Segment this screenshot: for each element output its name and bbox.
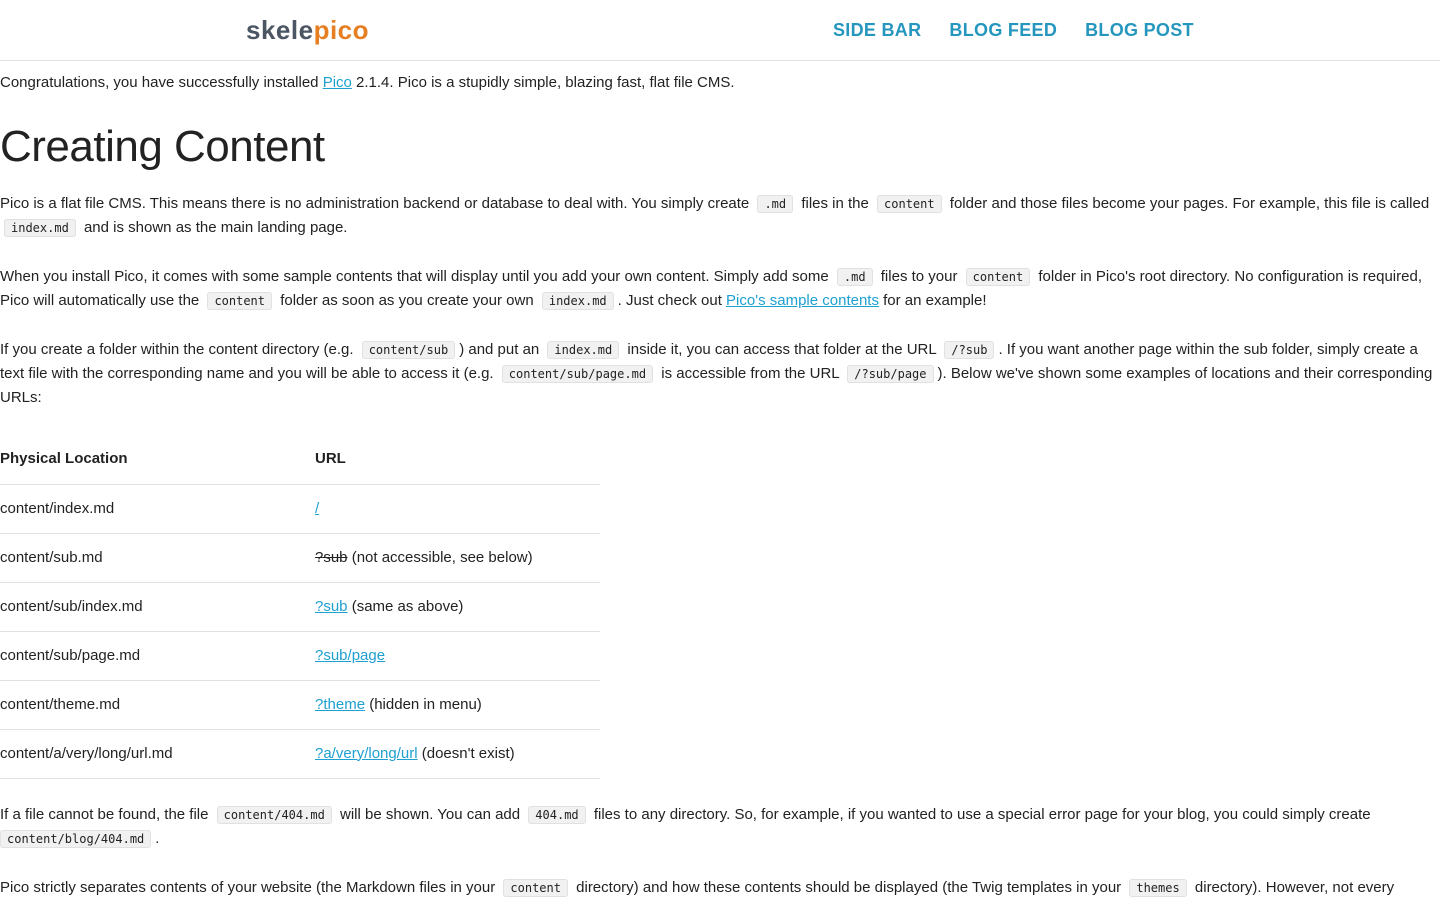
table-header-row: Physical Location URL bbox=[0, 435, 600, 485]
nav-link-blog-feed[interactable]: BLOG FEED bbox=[949, 18, 1057, 42]
sample-contents-link[interactable]: Pico's sample contents bbox=[726, 292, 879, 309]
url-note: (doesn't exist) bbox=[417, 744, 515, 762]
text: directory). However, not every bbox=[1194, 879, 1395, 896]
inline-code: index.md bbox=[547, 341, 620, 359]
text: directory) and how these contents should… bbox=[576, 879, 1122, 896]
nav-link-blog-post[interactable]: BLOG POST bbox=[1085, 18, 1194, 42]
inline-code: content bbox=[207, 292, 273, 310]
column-header-physical-location: Physical Location bbox=[0, 435, 315, 485]
text: files to any directory. So, for example,… bbox=[593, 806, 1371, 823]
location-cell: content/sub/page.md bbox=[0, 631, 315, 681]
table-row: content/sub.md ?sub (not accessible, see… bbox=[0, 533, 600, 583]
url-link[interactable]: ?a/very/long/url bbox=[315, 745, 418, 762]
intro-paragraph: Congratulations, you have successfully i… bbox=[0, 71, 1440, 95]
url-link[interactable]: / bbox=[315, 500, 319, 517]
paragraph-sample-contents: When you install Pico, it comes with som… bbox=[0, 265, 1440, 313]
nav-link-side-bar[interactable]: SIDE BAR bbox=[833, 18, 921, 42]
table-row: content/sub/index.md ?sub (same as above… bbox=[0, 582, 600, 632]
inline-code: /?sub/page bbox=[847, 365, 934, 383]
text: folder and those files become your pages… bbox=[949, 195, 1430, 212]
text: Pico strictly separates contents of your… bbox=[0, 879, 496, 896]
inline-code: .md bbox=[757, 195, 794, 213]
inline-code: content bbox=[877, 195, 942, 213]
inline-code: /?sub bbox=[944, 341, 995, 359]
intro-text: Congratulations, you have successfully i… bbox=[0, 74, 323, 91]
text: for an example! bbox=[878, 292, 987, 309]
text: inside it, you can access that folder at… bbox=[627, 341, 937, 358]
inline-code: content/blog/404.md bbox=[0, 830, 152, 848]
url-cell: / bbox=[315, 484, 600, 534]
inline-code: .md bbox=[836, 268, 873, 286]
url-mapping-table: Physical Location URL content/index.md /… bbox=[0, 435, 600, 779]
inline-code: content bbox=[503, 879, 568, 897]
url-link[interactable]: ?theme bbox=[315, 696, 365, 713]
text: folder as soon as you create your own bbox=[280, 292, 534, 309]
text: Pico is a flat file CMS. This means ther… bbox=[0, 195, 750, 212]
url-strikethrough: ?sub bbox=[315, 548, 348, 566]
text: will be shown. You can add bbox=[339, 806, 521, 823]
url-note: (not accessible, see below) bbox=[347, 548, 533, 566]
page-heading: Creating Content bbox=[0, 122, 325, 171]
location-cell: content/a/very/long/url.md bbox=[0, 729, 315, 779]
url-note: (same as above) bbox=[347, 597, 464, 615]
inline-code: content/sub bbox=[361, 341, 456, 359]
text: If a file cannot be found, the file bbox=[0, 806, 209, 823]
inline-code: content bbox=[965, 268, 1031, 286]
paragraph-subfolders: If you create a folder within the conten… bbox=[0, 338, 1440, 410]
site-logo[interactable]: skelepico bbox=[246, 13, 369, 47]
paragraph-404: If a file cannot be found, the file cont… bbox=[0, 803, 1440, 851]
text: . bbox=[155, 830, 160, 847]
intro-text-end: 2.1.4. Pico is a stupidly simple, blazin… bbox=[351, 74, 735, 91]
text: . Just check out bbox=[617, 292, 722, 309]
url-cell: ?sub (same as above) bbox=[315, 582, 600, 632]
text: files to your bbox=[880, 268, 958, 285]
text: When you install Pico, it comes with som… bbox=[0, 268, 829, 285]
url-cell: ?theme (hidden in menu) bbox=[315, 680, 600, 730]
text: ) and put an bbox=[459, 341, 540, 358]
text: files in the bbox=[801, 195, 869, 212]
table-row: content/a/very/long/url.md ?a/very/long/… bbox=[0, 729, 600, 779]
table-row: content/index.md / bbox=[0, 484, 600, 534]
location-cell: content/index.md bbox=[0, 484, 315, 534]
main-nav: SIDE BAR BLOG FEED BLOG POST bbox=[833, 18, 1194, 42]
location-cell: content/theme.md bbox=[0, 680, 315, 730]
url-link[interactable]: ?sub bbox=[315, 598, 348, 615]
location-cell: content/sub.md bbox=[0, 533, 315, 583]
pico-link[interactable]: Pico bbox=[323, 74, 352, 91]
inline-code: themes bbox=[1129, 879, 1187, 897]
logo-text-skele: skele bbox=[246, 15, 314, 45]
url-note: (hidden in menu) bbox=[365, 695, 482, 713]
inline-code: 404.md bbox=[528, 806, 586, 824]
inline-code: index.md bbox=[4, 219, 76, 237]
table-row: content/sub/page.md ?sub/page bbox=[0, 631, 600, 681]
text: and is shown as the main landing page. bbox=[83, 219, 348, 236]
url-cell: ?sub (not accessible, see below) bbox=[315, 533, 600, 583]
text: If you create a folder within the conten… bbox=[0, 341, 354, 358]
location-cell: content/sub/index.md bbox=[0, 582, 315, 632]
paragraph-themes: Pico strictly separates contents of your… bbox=[0, 876, 1440, 900]
paragraph-creating-content: Pico is a flat file CMS. This means ther… bbox=[0, 192, 1440, 240]
logo-text-pico: pico bbox=[313, 15, 370, 45]
table-row: content/theme.md ?theme (hidden in menu) bbox=[0, 680, 600, 730]
column-header-url: URL bbox=[315, 435, 600, 485]
url-cell: ?a/very/long/url (doesn't exist) bbox=[315, 729, 600, 779]
text: is accessible from the URL bbox=[661, 365, 840, 382]
url-link[interactable]: ?sub/page bbox=[315, 647, 385, 664]
inline-code: index.md bbox=[541, 292, 614, 310]
site-header: skelepico SIDE BAR BLOG FEED BLOG POST bbox=[0, 0, 1440, 61]
inline-code: content/404.md bbox=[216, 806, 332, 824]
url-cell: ?sub/page bbox=[315, 631, 600, 681]
inline-code: content/sub/page.md bbox=[501, 365, 654, 383]
